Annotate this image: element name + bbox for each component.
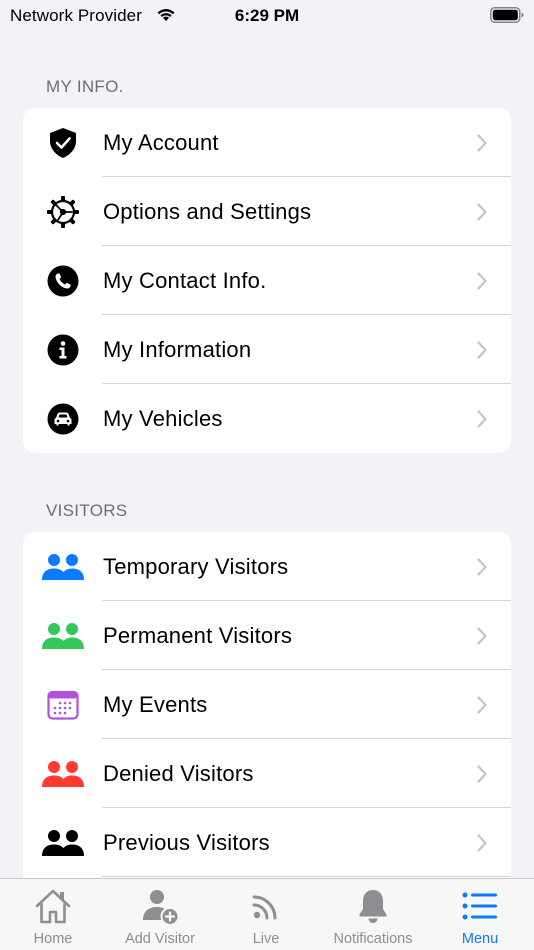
tab-home[interactable]: Home (10, 879, 96, 950)
tab-label: Notifications (333, 931, 413, 947)
house-icon (31, 885, 75, 927)
tab-label: Live (252, 931, 280, 947)
row-label: My Vehicles (103, 405, 223, 431)
tab-label: Home (33, 931, 73, 947)
chevron-right-icon (477, 764, 487, 783)
chevron-right-icon (477, 271, 487, 290)
tab-label: Add Visitor (125, 931, 195, 947)
row-my-account[interactable]: My Account (23, 108, 511, 177)
shield-check-icon (41, 125, 85, 161)
row-label: Previous Visitors (103, 829, 270, 855)
row-my-vehicles[interactable]: My Vehicles (23, 384, 511, 453)
section-header-my-info: MY INFO. (46, 77, 124, 96)
clock: 6:29 PM (234, 6, 300, 25)
row-label: Temporary Visitors (103, 553, 289, 579)
gear-icon (41, 194, 85, 230)
divider (102, 876, 511, 877)
phone-icon (41, 263, 85, 299)
add-person-icon (138, 885, 182, 927)
row-my-events[interactable]: My Events (23, 670, 511, 739)
list-icon (458, 885, 502, 927)
people-icon (41, 825, 85, 861)
row-label: My Events (103, 691, 208, 717)
tab-bar: Home Add Visitor Live Notifications Menu (0, 878, 534, 950)
row-label: Options and Settings (103, 198, 312, 224)
chevron-right-icon (477, 557, 487, 576)
tab-menu[interactable]: Menu (440, 879, 520, 950)
row-label: My Account (103, 129, 219, 155)
chevron-right-icon (477, 133, 487, 152)
section-header-visitors: VISITORS (46, 501, 128, 520)
chevron-right-icon (477, 833, 487, 852)
row-label: Denied Visitors (103, 760, 254, 786)
tab-live[interactable]: Live (222, 879, 310, 950)
row-label: My Information (103, 336, 252, 362)
row-permanent-visitors[interactable]: Permanent Visitors (23, 601, 511, 670)
status-bar: Network Provider 6:29 PM (0, 0, 534, 32)
my-info-group: My Account Options and Settings My Conta… (23, 108, 511, 453)
chevron-right-icon (477, 340, 487, 359)
chevron-right-icon (477, 695, 487, 714)
chevron-right-icon (477, 202, 487, 221)
chevron-right-icon (477, 626, 487, 645)
calendar-icon (41, 687, 85, 723)
tab-add-visitor[interactable]: Add Visitor (110, 879, 210, 950)
row-denied-visitors[interactable]: Denied Visitors (23, 739, 511, 808)
car-icon (41, 401, 85, 437)
bell-icon (351, 885, 395, 927)
visitors-group: Temporary Visitors Permanent Visitors My… (23, 532, 511, 892)
people-icon (41, 756, 85, 792)
live-feed-icon (244, 885, 288, 927)
row-label: Permanent Visitors (103, 622, 293, 648)
row-temporary-visitors[interactable]: Temporary Visitors (23, 532, 511, 601)
info-icon (41, 332, 85, 368)
row-contact-info[interactable]: My Contact Info. (23, 246, 511, 315)
people-icon (41, 618, 85, 654)
row-previous-visitors[interactable]: Previous Visitors (23, 808, 511, 877)
tab-label: Menu (461, 931, 499, 947)
row-my-information[interactable]: My Information (23, 315, 511, 384)
people-icon (41, 549, 85, 585)
chevron-right-icon (477, 409, 487, 428)
battery-icon (490, 7, 524, 23)
row-label: My Contact Info. (103, 267, 267, 293)
tab-notifications[interactable]: Notifications (320, 879, 426, 950)
row-options-settings[interactable]: Options and Settings (23, 177, 511, 246)
